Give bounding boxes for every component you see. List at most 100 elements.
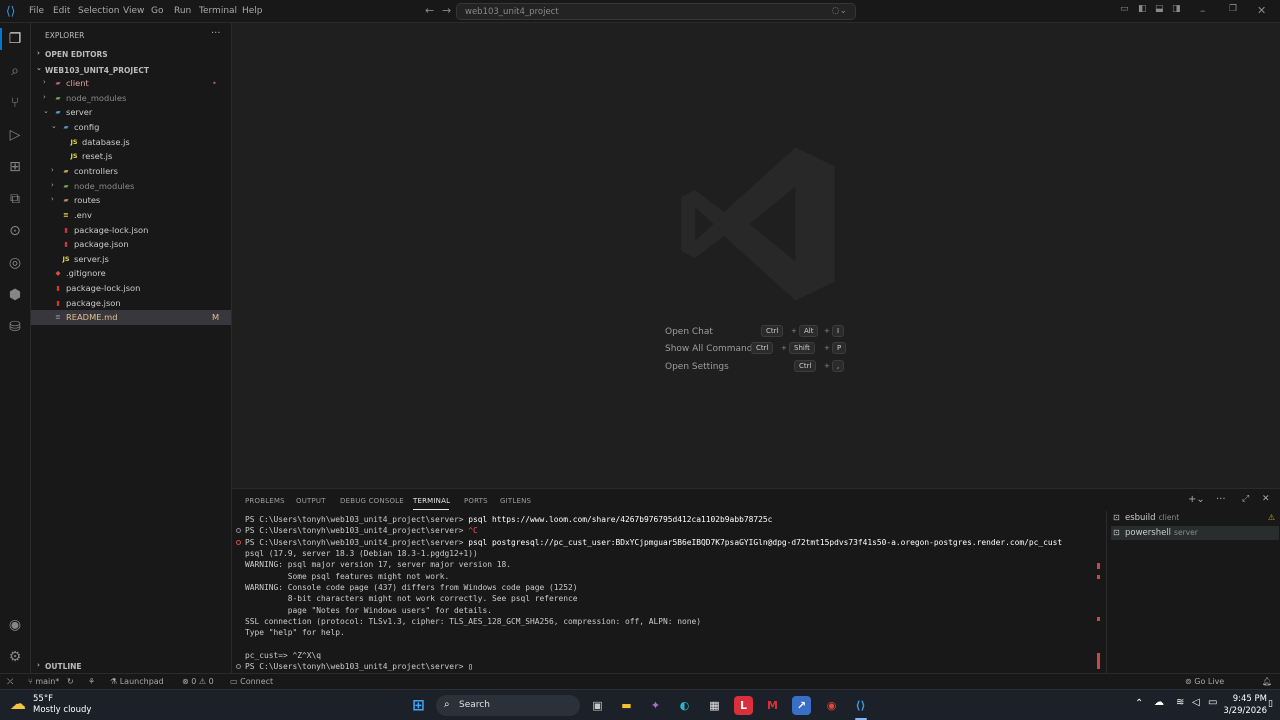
toggle-secondary-sidebar-icon[interactable]: ◨ <box>1172 4 1181 14</box>
wifi-icon[interactable]: ≋ <box>1176 697 1184 708</box>
menu-file[interactable]: File <box>29 6 44 16</box>
chrome-icon[interactable]: ◉ <box>822 696 841 715</box>
tree-item[interactable]: › ▰ client • <box>31 76 231 91</box>
forward-arrow-icon[interactable]: → <box>442 4 451 17</box>
new-terminal-icon[interactable]: +⌄ <box>1188 494 1205 505</box>
chevron-right-icon[interactable]: › <box>37 49 40 57</box>
close-panel-icon[interactable]: ✕ <box>1262 494 1270 504</box>
terminal-item-esbuild[interactable]: ⊡ esbuild client ⚠ <box>1111 511 1279 525</box>
tree-item[interactable]: ⌄ ▰ config <box>31 120 231 135</box>
taskbar-search[interactable]: ⌕ Search <box>436 695 580 716</box>
more-actions-icon[interactable]: ··· <box>1216 494 1226 505</box>
tree-item[interactable]: ◆ .gitignore <box>31 266 231 281</box>
weather-temp[interactable]: 55°F <box>33 694 53 704</box>
tab-ports[interactable]: PORTS <box>464 497 488 505</box>
edge-browser-icon[interactable]: ◐ <box>675 696 694 715</box>
tab-debug-console[interactable]: DEBUG CONSOLE <box>340 497 404 505</box>
task-view-icon[interactable]: ▣ <box>588 696 607 715</box>
more-actions-icon[interactable]: ··· <box>211 28 221 39</box>
hint-label[interactable]: Show All Commands <box>665 344 757 354</box>
account-icon[interactable]: ◉ <box>5 615 25 635</box>
windows-start-icon[interactable]: ⊞ <box>409 696 428 715</box>
launchpad-item[interactable]: ⚗ Launchpad <box>110 677 164 686</box>
chevron-right-icon[interactable]: › <box>43 93 46 101</box>
tree-item[interactable]: › ▰ node_modules <box>31 91 231 106</box>
database-icon[interactable]: ⛁ <box>5 317 25 337</box>
toggle-panel-icon[interactable]: ⬓ <box>1155 4 1164 14</box>
gitlens-icon[interactable]: ⊙ <box>5 221 25 241</box>
layout-icon[interactable]: ▭ <box>1120 4 1129 14</box>
mcafee-icon[interactable]: M <box>763 696 782 715</box>
menu-edit[interactable]: Edit <box>53 6 70 16</box>
back-arrow-icon[interactable]: ← <box>425 4 434 17</box>
tree-item[interactable]: › ▰ controllers <box>31 164 231 179</box>
notification-icon[interactable]: ▯ <box>1268 699 1273 709</box>
app-icon[interactable]: ↗ <box>792 696 811 715</box>
explorer-icon[interactable]: ❐ <box>5 29 25 49</box>
onedrive-icon[interactable]: ☁ <box>1154 697 1164 708</box>
extensions-icon[interactable]: ⊞ <box>5 157 25 177</box>
maximize-panel-icon[interactable]: ⤢ <box>1242 494 1249 504</box>
store-icon[interactable]: ▦ <box>705 696 724 715</box>
tree-item[interactable]: JS database.js <box>31 135 231 150</box>
open-editors-section[interactable]: OPEN EDITORS <box>45 50 108 59</box>
menu-go[interactable]: Go <box>151 6 163 16</box>
weather-desc[interactable]: Mostly cloudy <box>33 705 91 715</box>
toggle-sidebar-icon[interactable]: ◧ <box>1138 4 1147 14</box>
hint-label[interactable]: Open Chat <box>665 327 713 337</box>
menu-selection[interactable]: Selection <box>78 6 119 16</box>
containers-icon[interactable]: ⬢ <box>5 285 25 305</box>
tree-item[interactable]: › ▰ routes <box>31 193 231 208</box>
command-decoration-icon[interactable] <box>236 528 241 534</box>
chevron-right-icon[interactable]: › <box>37 661 40 669</box>
lastpass-icon[interactable]: L <box>734 696 753 715</box>
tree-item[interactable]: JS reset.js <box>31 149 231 164</box>
chevron-right-icon[interactable]: › <box>51 195 54 203</box>
minimize-icon[interactable]: – <box>1200 4 1206 17</box>
tab-output[interactable]: OUTPUT <box>296 497 326 505</box>
volume-icon[interactable]: ◁ <box>1192 697 1200 708</box>
run-debug-icon[interactable]: ▷ <box>5 125 25 145</box>
terminal-item-powershell[interactable]: ⊡ powershell server <box>1111 526 1279 540</box>
project-root-section[interactable]: WEB103_UNIT4_PROJECT <box>45 66 149 75</box>
copilot-icon[interactable]: ◌⌄ <box>832 6 847 16</box>
chevron-down-icon[interactable]: ⌄ <box>43 107 49 115</box>
tree-item[interactable]: ▮ package-lock.json <box>31 223 231 238</box>
tree-item[interactable]: ≡ .env <box>31 208 231 223</box>
gitlens-inspect-icon[interactable]: ◎ <box>5 253 25 273</box>
tree-item[interactable]: ≡ README.md M <box>31 310 231 325</box>
menu-help[interactable]: Help <box>242 6 263 16</box>
maximize-icon[interactable]: ❐ <box>1229 4 1237 14</box>
tree-item[interactable]: ▮ package-lock.json <box>31 281 231 296</box>
source-control-icon[interactable]: ⑂ <box>5 93 25 113</box>
vscode-taskbar-icon[interactable]: ⟨⟩ <box>851 696 870 715</box>
tree-item[interactable]: ▮ package.json <box>31 296 231 311</box>
command-decoration-icon[interactable] <box>236 664 241 670</box>
show-hidden-icons-icon[interactable]: ⌃ <box>1135 698 1143 709</box>
tab-gitlens[interactable]: GITLENS <box>500 497 531 505</box>
chevron-down-icon[interactable]: ⌄ <box>36 64 42 72</box>
tree-item[interactable]: ⌄ ▰ server <box>31 105 231 120</box>
menu-run[interactable]: Run <box>174 6 191 16</box>
problems-indicator[interactable]: ⊗ 0 ⚠ 0 <box>182 677 214 686</box>
go-live-item[interactable]: ⊚ Go Live <box>1185 677 1224 686</box>
file-explorer-icon[interactable]: ▬ <box>617 696 636 715</box>
connect-item[interactable]: ▭ Connect <box>230 677 273 686</box>
search-icon[interactable]: ⌕ <box>5 61 25 81</box>
copilot-app-icon[interactable]: ✦ <box>646 696 665 715</box>
close-window-icon[interactable]: ✕ <box>1257 4 1266 17</box>
terminal-output[interactable]: PS C:\Users\tonyh\web103_unit4_project\s… <box>236 514 1095 673</box>
settings-gear-icon[interactable]: ⚙ <box>5 647 25 667</box>
chevron-right-icon[interactable]: › <box>43 78 46 86</box>
menu-view[interactable]: View <box>123 6 144 16</box>
tab-terminal[interactable]: TERMINAL <box>413 497 450 505</box>
tree-item[interactable]: JS server.js <box>31 252 231 267</box>
clock-date[interactable]: 3/29/2026 <box>1222 706 1267 716</box>
command-center-search[interactable]: web103_unit4_project ◌⌄ <box>456 3 856 20</box>
battery-icon[interactable]: ▭ <box>1208 697 1217 708</box>
clock-time[interactable]: 9:45 PM <box>1227 694 1267 704</box>
remote-icon[interactable]: ⤫ <box>7 677 13 687</box>
terminal-scrollbar[interactable] <box>1097 519 1101 669</box>
menu-terminal[interactable]: Terminal <box>199 6 237 16</box>
sync-icon[interactable]: ↻ <box>67 677 74 686</box>
